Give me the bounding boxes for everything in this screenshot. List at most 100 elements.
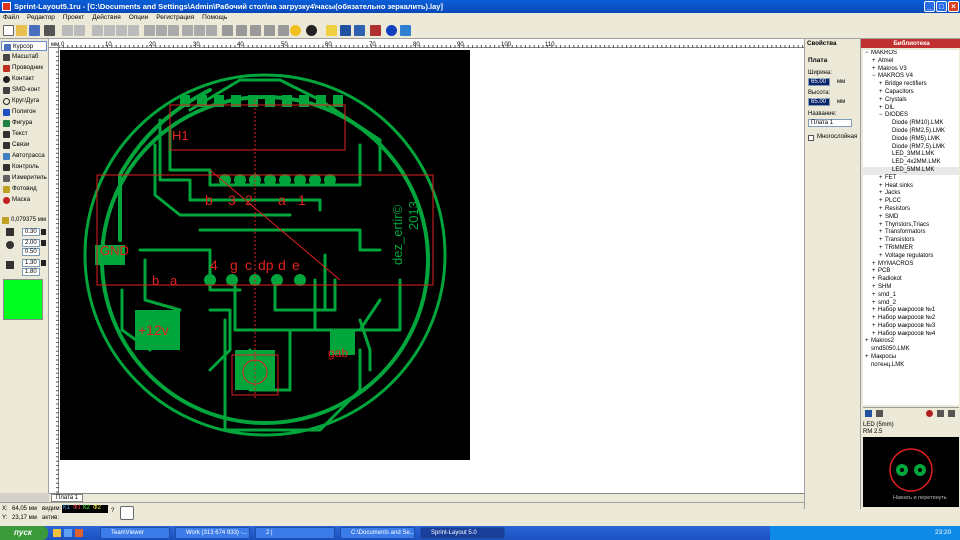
undo-icon[interactable] (62, 25, 73, 36)
maximize-button[interactable]: □ (936, 1, 947, 12)
library-item[interactable]: Diode (RM2,5).LMK (863, 128, 959, 136)
library-item[interactable]: + Bridge rectifiers (863, 81, 959, 89)
grid-icon[interactable] (222, 25, 233, 36)
quicklaunch-icon-1[interactable] (53, 529, 61, 537)
library-item[interactable]: + Transformators (863, 229, 959, 237)
search-icon[interactable] (290, 25, 301, 36)
tool-polygon[interactable]: Полигон (1, 107, 47, 117)
rotate-icon[interactable] (156, 25, 167, 36)
library-item[interactable]: + TRIMMER (863, 245, 959, 253)
zoom-prev-icon[interactable] (278, 25, 289, 36)
height-field[interactable]: 65.00 (808, 98, 830, 106)
layer-color-swatch[interactable] (3, 279, 43, 320)
pad-inner-field[interactable]: 0.50 (22, 248, 40, 256)
help-button[interactable]: ? (111, 508, 114, 514)
zoom-fit-icon[interactable] (264, 25, 275, 36)
save-icon[interactable] (865, 410, 872, 417)
menu-help[interactable]: Помощь (199, 13, 230, 23)
ungroup-icon[interactable] (206, 25, 217, 36)
mirror-icon[interactable] (168, 25, 179, 36)
quicklaunch-icon-3[interactable] (75, 529, 83, 537)
width-field[interactable]: 65.00 (808, 78, 830, 86)
library-item[interactable]: LED_3MM.LMK (863, 151, 959, 159)
smd-spin[interactable] (41, 260, 46, 266)
smd-width-field[interactable]: 1.30 (22, 259, 40, 267)
filter-icon[interactable] (937, 410, 944, 417)
tool-check[interactable]: Контроль (1, 162, 47, 172)
library-item[interactable]: + SMD (863, 214, 959, 222)
export-icon[interactable] (340, 25, 351, 36)
library-item[interactable]: + Radiokot (863, 276, 959, 284)
layer-k1[interactable]: К1 (63, 505, 70, 511)
tool-measure[interactable]: Измеритель (1, 173, 47, 183)
library-tab[interactable]: Библиотека (861, 39, 960, 48)
tool-photoview[interactable]: Фотовид (1, 184, 47, 194)
cut-icon[interactable] (92, 25, 103, 36)
tool-zoom[interactable]: Масштаб (1, 52, 47, 62)
library-item[interactable]: LED_4x2MM.LMK (863, 159, 959, 167)
library-item[interactable]: + PLCC (863, 198, 959, 206)
menu-editor[interactable]: Редактор (24, 13, 58, 23)
library-item[interactable]: + Crystals (863, 97, 959, 105)
start-button[interactable]: пуск (0, 526, 48, 540)
task-work[interactable]: Work (313 674 933) -... (175, 527, 250, 539)
photo-icon[interactable] (326, 25, 337, 36)
task-teamviewer[interactable]: TeamViewer (100, 527, 170, 539)
menu-actions[interactable]: Действия (89, 13, 123, 23)
task-explorer[interactable]: C:\Documents and Se... (340, 527, 415, 539)
library-item[interactable]: + Capacitors (863, 89, 959, 97)
copy-icon[interactable] (104, 25, 115, 36)
library-item[interactable]: Diode (RM10).LMK (863, 120, 959, 128)
tool-track[interactable]: Проводник (1, 63, 47, 73)
component-preview[interactable]: Нажать и перетянуть (863, 437, 959, 507)
library-item[interactable]: + Макросы (863, 354, 959, 362)
library-item[interactable]: smd5050.LMK (863, 346, 959, 354)
scanner-icon[interactable] (400, 25, 411, 36)
tool-circle[interactable]: Круг/Дуга (1, 96, 47, 106)
menu-registration[interactable]: Регистрация (153, 13, 197, 23)
library-item[interactable]: + Resistors (863, 206, 959, 214)
redo-icon[interactable] (74, 25, 85, 36)
tool-shape[interactable]: Фигура (1, 118, 47, 128)
record-icon[interactable] (926, 410, 933, 417)
open-folder-icon[interactable] (16, 25, 27, 36)
smd-height-field[interactable]: 1.80 (22, 268, 40, 276)
layer-f1[interactable]: Ф1 (73, 505, 81, 511)
library-item[interactable]: Diode (RM7,5).LMK (863, 144, 959, 152)
menu-options[interactable]: Опции (126, 13, 152, 23)
library-item[interactable]: LED_5MM.LMK (863, 166, 959, 175)
quicklaunch-icon-2[interactable] (64, 529, 72, 537)
library-item[interactable]: − MAKROS (863, 50, 959, 58)
minimize-button[interactable]: _ (924, 1, 935, 12)
duplicate-icon[interactable] (144, 25, 155, 36)
trash-icon[interactable] (876, 410, 883, 417)
library-item[interactable]: + Набор макросов №1 (863, 307, 959, 315)
group-icon[interactable] (194, 25, 205, 36)
print-icon[interactable] (44, 25, 55, 36)
layer-k2[interactable]: К2 (83, 505, 90, 511)
folder-icon[interactable] (948, 410, 955, 417)
tool-text[interactable]: Текст (1, 129, 47, 139)
pcb-board[interactable]: b 3 2 a 1 4 g c dp d e GND +12v gab H1 a… (60, 50, 470, 460)
library-item[interactable]: + FET (863, 175, 959, 183)
library-item[interactable]: + Jacks (863, 190, 959, 198)
library-item[interactable]: − MAKROS V4 (863, 73, 959, 81)
library-item[interactable]: + MYMACROS (863, 261, 959, 269)
save-icon[interactable] (29, 25, 40, 36)
menu-project[interactable]: Проект (60, 13, 87, 23)
library-item[interactable]: + Voltage regulators (863, 253, 959, 261)
multilayer-checkbox[interactable] (808, 135, 814, 141)
task-sprint-layout[interactable]: Sprint-Layout 5.0 (420, 527, 505, 539)
close-button[interactable]: × (948, 1, 959, 12)
tool-smd-pad[interactable]: SMD-конт (1, 85, 47, 95)
library-item[interactable]: + Набор макросов №4 (863, 331, 959, 339)
grid-size[interactable]: 0,079375 мм (1, 215, 47, 225)
gerber-icon[interactable] (354, 25, 365, 36)
drill-icon[interactable] (370, 25, 381, 36)
task-2[interactable]: 2 | (255, 527, 335, 539)
library-item[interactable]: потенц.LMK (863, 362, 959, 370)
library-item[interactable]: Diode (RM5).LMK (863, 136, 959, 144)
properties-tab[interactable]: Свойства (805, 39, 860, 48)
library-item[interactable]: + SHM (863, 284, 959, 292)
paste-icon[interactable] (116, 25, 127, 36)
